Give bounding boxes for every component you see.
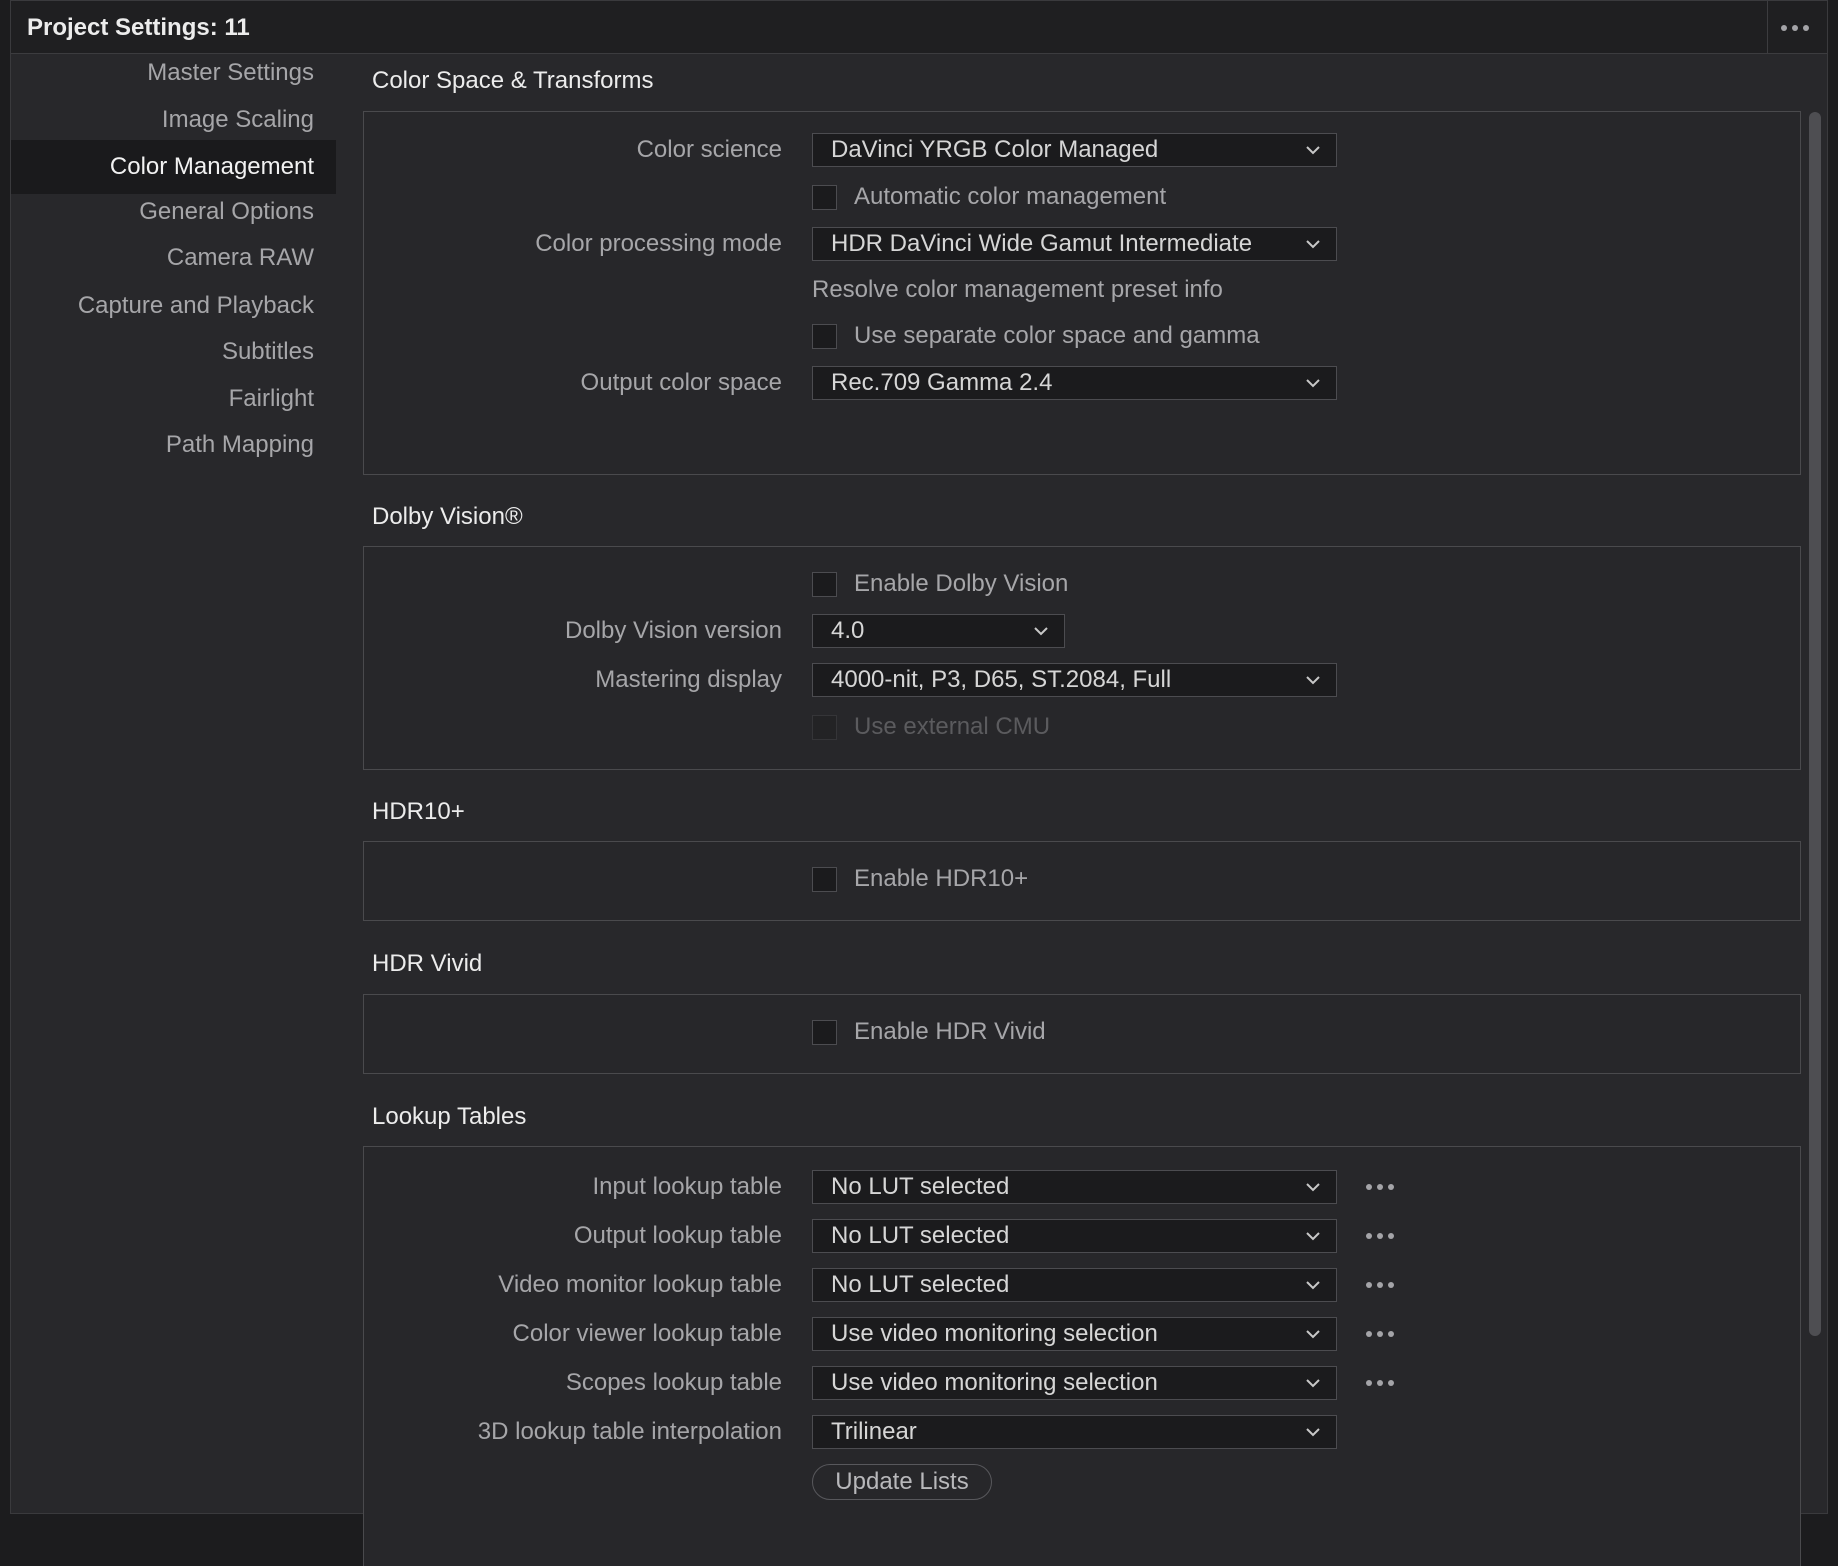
chevron-down-icon [1306,240,1320,249]
section-title-hdr10plus: HDR10+ [372,798,465,825]
hdr10plus-panel: Enable HDR10+ [363,841,1801,921]
color-science-dropdown[interactable]: DaVinci YRGB Color Managed [812,133,1337,167]
color-viewer-lut-dropdown[interactable]: Use video monitoring selection [812,1317,1337,1351]
input-lut-dropdown[interactable]: No LUT selected [812,1170,1337,1204]
dropdown-value: Use video monitoring selection [831,1369,1158,1396]
ellipsis-icon [1366,1233,1394,1239]
settings-sidebar: Master Settings Image Scaling Color Mana… [11,54,336,1513]
dropdown-value: 4000-nit, P3, D65, ST.2084, Full [831,666,1172,693]
sidebar-item-label: Camera RAW [166,244,314,271]
lookup-tables-panel: Input lookup table No LUT selected Outpu… [363,1146,1801,1566]
enable-dolby-vision-label: Enable Dolby Vision [854,570,1069,597]
output-lut-label: Output lookup table [573,1222,782,1249]
color-viewer-lut-options-button[interactable] [1362,1317,1402,1351]
hdr-vivid-panel: Enable HDR Vivid [363,994,1801,1074]
sidebar-item-path-mapping[interactable]: Path Mapping [11,418,336,472]
chevron-down-icon [1306,1183,1320,1192]
project-settings-window: Project Settings: 11 Master Settings Ima… [10,0,1828,1566]
sidebar-item-image-scaling[interactable]: Image Scaling [11,93,336,147]
dolby-vision-version-label: Dolby Vision version [565,617,782,644]
chevron-down-icon [1306,379,1320,388]
section-title-dolby-vision: Dolby Vision® [372,503,523,530]
enable-dolby-vision-checkbox[interactable] [812,572,837,597]
ellipsis-icon [1366,1380,1394,1386]
color-viewer-lut-label: Color viewer lookup table [512,1320,782,1347]
sidebar-item-label: Path Mapping [165,431,314,458]
automatic-color-management-label: Automatic color management [854,183,1167,210]
sidebar-item-label: Capture and Playback [77,292,314,319]
enable-hdr-vivid-checkbox[interactable] [812,1020,837,1045]
video-monitor-lut-label: Video monitor lookup table [498,1271,782,1298]
dropdown-value: Rec.709 Gamma 2.4 [831,369,1053,396]
video-monitor-lut-dropdown[interactable]: No LUT selected [812,1268,1337,1302]
dropdown-value: HDR DaVinci Wide Gamut Intermediate [831,230,1253,257]
color-processing-mode-label: Color processing mode [535,230,782,257]
ellipsis-icon [1781,25,1809,31]
input-lut-label: Input lookup table [592,1173,782,1200]
chevron-down-icon [1306,676,1320,685]
scopes-lut-dropdown[interactable]: Use video monitoring selection [812,1366,1337,1400]
section-title-lookup-tables: Lookup Tables [372,1103,527,1130]
chevron-down-icon [1306,1428,1320,1437]
scopes-lut-options-button[interactable] [1362,1366,1402,1400]
ellipsis-icon [1366,1184,1394,1190]
color-science-label: Color science [636,136,782,163]
lut-interpolation-label: 3D lookup table interpolation [477,1418,782,1445]
lut-interpolation-dropdown[interactable]: Trilinear [812,1415,1337,1449]
options-menu-button[interactable] [1767,1,1827,53]
dolby-vision-version-dropdown[interactable]: 4.0 [812,614,1065,648]
sidebar-item-subtitles[interactable]: Subtitles [11,325,336,379]
window-title: Project Settings: 11 [27,14,250,41]
dropdown-value: No LUT selected [831,1222,1010,1249]
mastering-display-dropdown[interactable]: 4000-nit, P3, D65, ST.2084, Full [812,663,1337,697]
use-external-cmu-checkbox [812,715,837,740]
sidebar-item-label: General Options [139,198,314,225]
automatic-color-management-checkbox[interactable] [812,185,837,210]
enable-hdr-vivid-label: Enable HDR Vivid [854,1018,1046,1045]
color-space-panel: Color science DaVinci YRGB Color Managed… [363,111,1801,475]
preset-info-text: Resolve color management preset info [812,276,1223,303]
separate-color-space-gamma-label: Use separate color space and gamma [854,322,1260,349]
output-color-space-label: Output color space [580,369,782,396]
sidebar-item-label: Fairlight [228,385,314,412]
output-lut-dropdown[interactable]: No LUT selected [812,1219,1337,1253]
sidebar-item-label: Color Management [109,153,314,180]
output-lut-options-button[interactable] [1362,1219,1402,1253]
ellipsis-icon [1366,1282,1394,1288]
dropdown-value: DaVinci YRGB Color Managed [831,136,1159,163]
sidebar-item-master-settings[interactable]: Master Settings [11,46,336,100]
section-title-color-space: Color Space & Transforms [372,67,654,94]
chevron-down-icon [1306,1232,1320,1241]
sidebar-item-label: Subtitles [221,338,314,365]
dropdown-value: No LUT selected [831,1271,1010,1298]
sidebar-item-label: Master Settings [147,59,314,86]
mastering-display-label: Mastering display [595,666,782,693]
settings-content: Color Space & Transforms Color science D… [356,54,1827,1566]
ellipsis-icon [1366,1331,1394,1337]
dropdown-value: No LUT selected [831,1173,1010,1200]
video-monitor-lut-options-button[interactable] [1362,1268,1402,1302]
use-external-cmu-label: Use external CMU [854,713,1051,740]
enable-hdr10plus-label: Enable HDR10+ [854,865,1029,892]
color-processing-mode-dropdown[interactable]: HDR DaVinci Wide Gamut Intermediate [812,227,1337,261]
dropdown-value: 4.0 [831,617,865,644]
output-color-space-dropdown[interactable]: Rec.709 Gamma 2.4 [812,366,1337,400]
chevron-down-icon [1306,1379,1320,1388]
chevron-down-icon [1034,627,1048,636]
dropdown-value: Use video monitoring selection [831,1320,1158,1347]
enable-hdr10plus-checkbox[interactable] [812,867,837,892]
dropdown-value: Trilinear [831,1418,917,1445]
chevron-down-icon [1306,1330,1320,1339]
update-lists-button[interactable]: Update Lists [812,1464,992,1500]
sidebar-item-camera-raw[interactable]: Camera RAW [11,231,336,285]
dolby-vision-panel: Enable Dolby Vision Dolby Vision version… [363,546,1801,770]
vertical-scrollbar[interactable] [1809,112,1821,1336]
chevron-down-icon [1306,146,1320,155]
separate-color-space-gamma-checkbox[interactable] [812,324,837,349]
sidebar-item-label: Image Scaling [161,106,314,133]
scopes-lut-label: Scopes lookup table [565,1369,782,1396]
chevron-down-icon [1306,1281,1320,1290]
section-title-hdr-vivid: HDR Vivid [372,950,483,977]
input-lut-options-button[interactable] [1362,1170,1402,1204]
